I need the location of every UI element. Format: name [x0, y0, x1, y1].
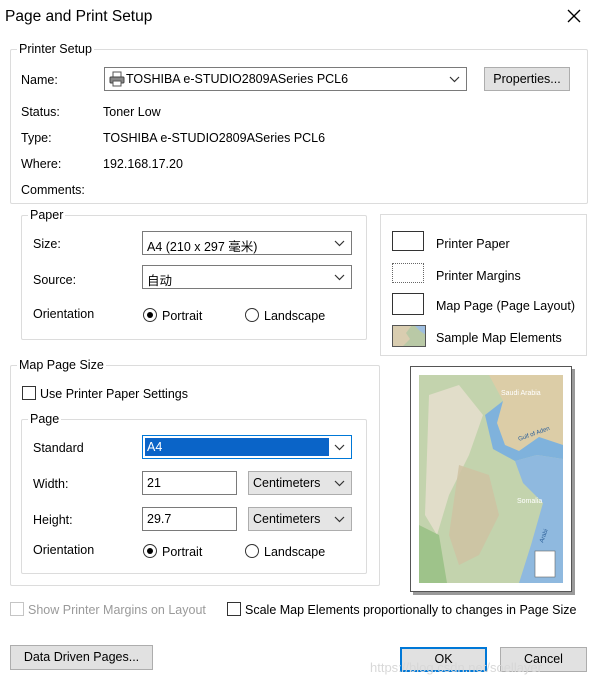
show-margins-checkbox[interactable]	[10, 602, 24, 616]
standard-value: A4	[145, 438, 329, 456]
paper-source-dropdown[interactable]: 自动	[142, 265, 352, 289]
paper-source-label: Source:	[33, 273, 77, 287]
chevron-down-icon	[334, 240, 345, 247]
map-page-swatch	[392, 293, 424, 315]
properties-button[interactable]: Properties...	[484, 67, 570, 91]
width-value: 21	[147, 476, 161, 490]
use-printer-paper-label: Use Printer Paper Settings	[40, 387, 188, 401]
page-portrait-label: Portrait	[162, 545, 203, 559]
where-value: 192.168.17.20	[103, 157, 183, 171]
height-unit-value: Centimeters	[253, 512, 321, 526]
sample-map-image: Saudi Arabia Gulf of Aden Somalia Arabi	[419, 375, 563, 583]
paper-size-label: Size:	[33, 237, 61, 251]
printer-paper-swatch	[392, 231, 424, 251]
dialog-title: Page and Print Setup	[5, 8, 153, 25]
printer-name-label: Name:	[21, 73, 58, 87]
type-value: TOSHIBA e-STUDIO2809ASeries PCL6	[103, 131, 326, 145]
page-preview: Saudi Arabia Gulf of Aden Somalia Arabi	[410, 366, 572, 592]
page-orientation-label: Orientation	[33, 543, 95, 557]
page-landscape-radio[interactable]	[245, 544, 259, 558]
width-unit-dropdown[interactable]: Centimeters	[248, 471, 352, 495]
width-input[interactable]: 21	[142, 471, 237, 495]
printer-name-dropdown[interactable]: TOSHIBA e-STUDIO2809ASeries PCL6	[104, 67, 467, 91]
show-margins-label: Show Printer Margins on Layout	[28, 603, 206, 617]
paper-orientation-label: Orientation	[33, 307, 95, 321]
paper-landscape-radio[interactable]	[245, 308, 259, 322]
printer-setup-legend: Printer Setup	[19, 42, 92, 56]
height-value: 29.7	[147, 512, 172, 526]
standard-label: Standard	[33, 441, 84, 455]
paper-source-value: 自动	[147, 274, 173, 288]
height-input[interactable]: 29.7	[142, 507, 237, 531]
chevron-down-icon	[449, 76, 460, 83]
legend-printer-margins: Printer Margins	[436, 269, 521, 283]
preview-label-saudi: Saudi Arabia	[501, 390, 541, 397]
legend-map-page: Map Page (Page Layout)	[436, 299, 575, 313]
paper-portrait-label: Portrait	[162, 309, 203, 323]
paper-legend: Paper	[30, 208, 64, 222]
sample-map-swatch	[392, 325, 426, 347]
printer-icon	[109, 71, 125, 87]
page-portrait-radio[interactable]	[143, 544, 157, 558]
close-icon[interactable]	[566, 8, 582, 24]
paper-size-value: A4 (210 x 297 毫米)	[147, 240, 258, 254]
preview-label-somalia: Somalia	[517, 498, 542, 505]
chevron-down-icon	[334, 516, 345, 523]
watermark-text: https://blog.csdn.net/soellayer	[370, 660, 542, 675]
status-label: Status:	[21, 105, 60, 119]
legend-printer-paper: Printer Paper	[436, 237, 510, 251]
printer-name-value: TOSHIBA e-STUDIO2809ASeries PCL6	[126, 72, 349, 86]
printer-margins-swatch	[392, 263, 424, 283]
page-landscape-label: Landscape	[264, 545, 326, 559]
paper-portrait-radio[interactable]	[143, 308, 157, 322]
paper-size-dropdown[interactable]: A4 (210 x 297 毫米)	[142, 231, 352, 255]
width-unit-value: Centimeters	[253, 476, 321, 490]
status-value: Toner Low	[103, 105, 161, 119]
where-label: Where:	[21, 157, 62, 171]
comments-label: Comments:	[21, 183, 85, 197]
page-legend: Page	[30, 412, 60, 426]
chevron-down-icon	[334, 480, 345, 487]
map-page-size-legend: Map Page Size	[19, 358, 104, 372]
width-label: Width:	[33, 477, 69, 491]
data-driven-pages-button[interactable]: Data Driven Pages...	[10, 645, 153, 670]
type-label: Type:	[21, 131, 52, 145]
standard-dropdown[interactable]: A4	[142, 435, 352, 459]
scale-elements-checkbox[interactable]	[227, 602, 241, 616]
chevron-down-icon	[334, 444, 345, 451]
height-unit-dropdown[interactable]: Centimeters	[248, 507, 352, 531]
scale-elements-label: Scale Map Elements proportionally to cha…	[245, 603, 577, 617]
paper-landscape-label: Landscape	[264, 309, 326, 323]
height-label: Height:	[33, 513, 73, 527]
legend-sample-map: Sample Map Elements	[436, 331, 562, 345]
use-printer-paper-checkbox[interactable]	[22, 386, 36, 400]
chevron-down-icon	[334, 274, 345, 281]
